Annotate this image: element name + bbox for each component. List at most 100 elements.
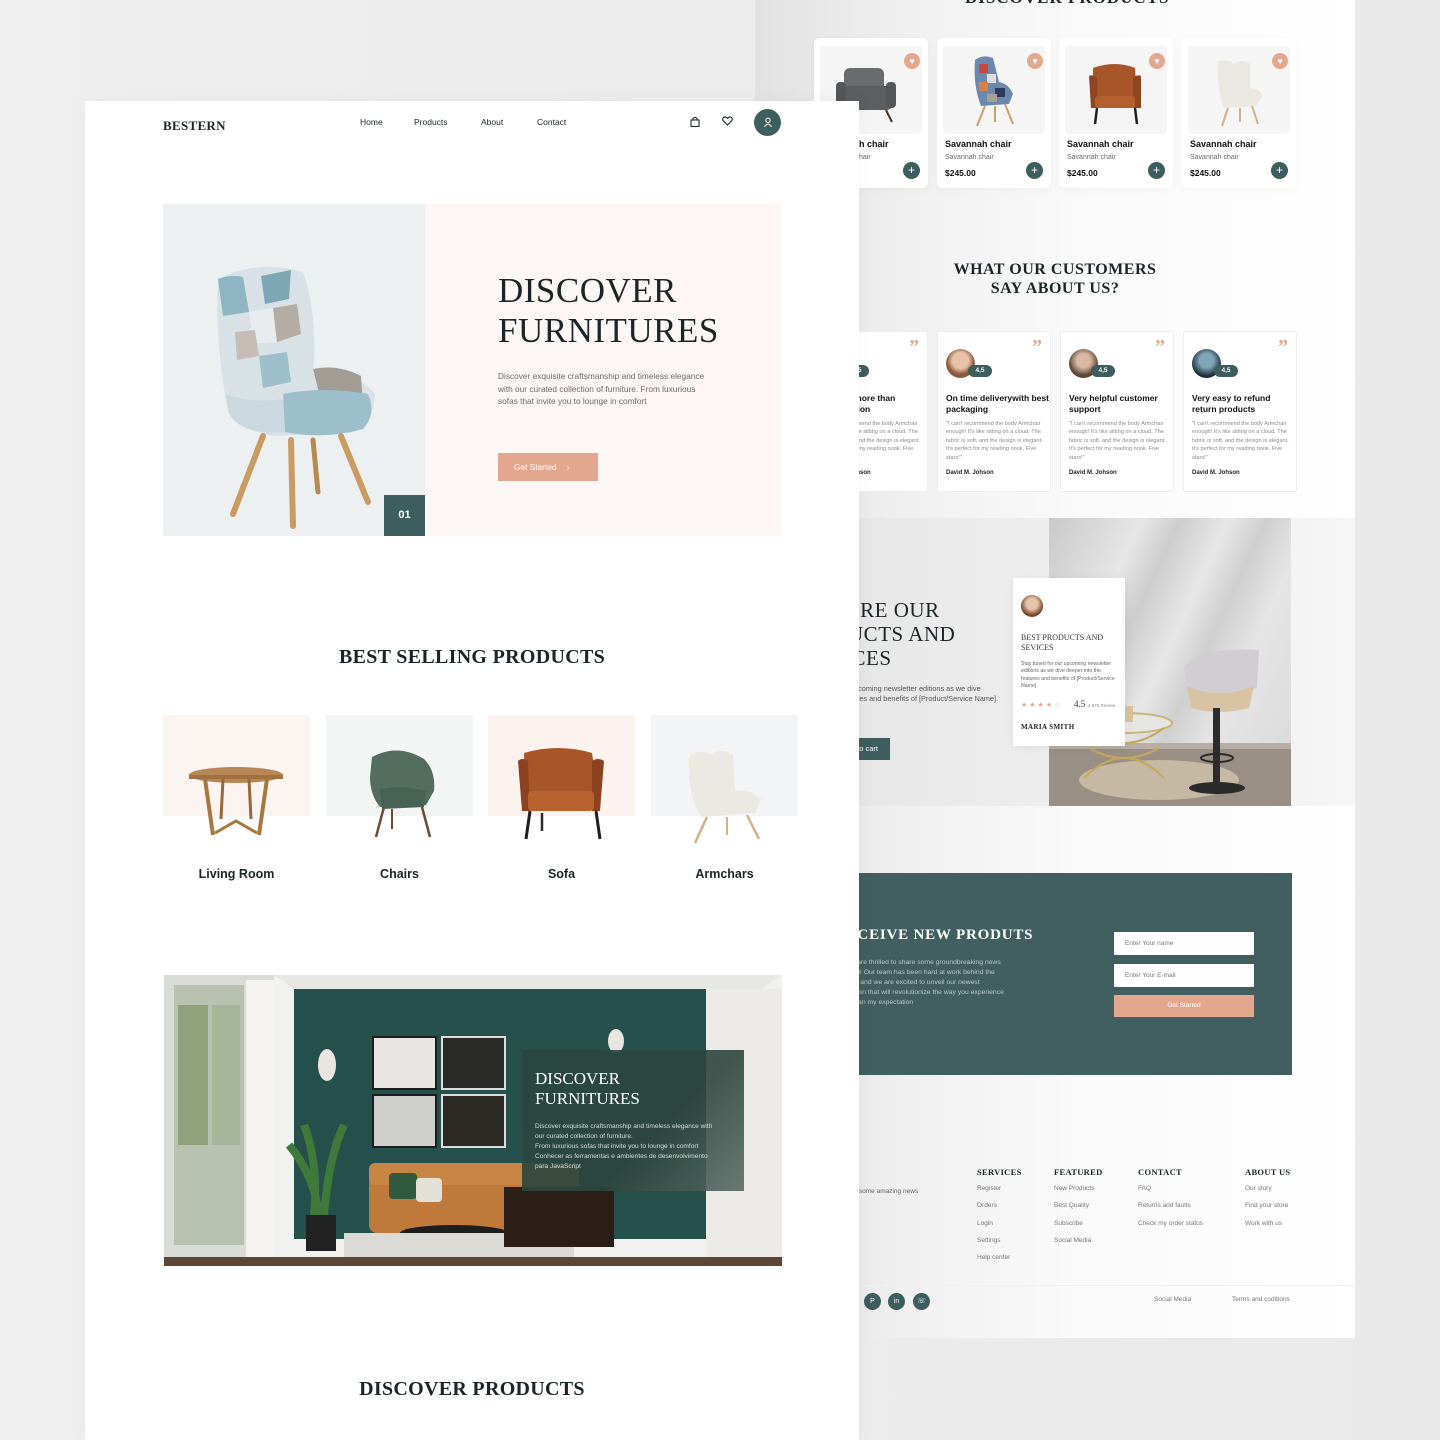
- footer-link[interactable]: Returns and faults: [1138, 1202, 1203, 1219]
- footer-link[interactable]: Subscribe: [1054, 1220, 1103, 1237]
- footer-link[interactable]: Check my order status: [1138, 1220, 1203, 1237]
- footer-link[interactable]: Register: [977, 1185, 1022, 1202]
- footer-link[interactable]: New Products: [1054, 1185, 1103, 1202]
- banner-line: para JavaScript: [535, 1163, 581, 1170]
- category-label: Sofa: [547, 867, 576, 881]
- reviewer-name: MARIA SMITH: [1021, 723, 1075, 731]
- hero-title-line1: DISCOVER: [498, 271, 678, 310]
- category-sofa[interactable]: Sofa: [488, 715, 635, 885]
- testimonial-body: "I can't recommend the body Armchair eno…: [946, 421, 1043, 461]
- banner-line: Conhecer as ferramentas e ambientes de d…: [535, 1153, 708, 1160]
- banner-description: Discover exquisite craftsmanship and tim…: [535, 1122, 738, 1172]
- user-icon: [763, 117, 772, 128]
- footer-link[interactable]: Settings: [977, 1237, 1022, 1254]
- rating-badge: 4,5: [968, 365, 992, 377]
- nav-products[interactable]: Products: [414, 117, 448, 127]
- footer-link[interactable]: Find your store: [1245, 1202, 1290, 1219]
- product-name: Savannah chair: [945, 139, 1012, 149]
- product-card[interactable]: ♥ Savannah chair Savannah chair $245.00 …: [1182, 38, 1296, 188]
- footer-heading: ABOUT US: [1245, 1167, 1291, 1177]
- testimonial-title: Very helpful customer support: [1069, 393, 1158, 414]
- category-living-room[interactable]: Living Room: [163, 715, 310, 885]
- rating-badge: 4,5: [1091, 365, 1115, 377]
- category-armchairs[interactable]: Armchars: [651, 715, 798, 885]
- reviewer-avatar: [1021, 595, 1043, 617]
- user-account-button[interactable]: [754, 109, 781, 136]
- banner-line: Discover exquisite craftsmanship and tim…: [535, 1123, 713, 1130]
- hero-title-line2: FURNITURES: [498, 311, 719, 350]
- quote-icon: ”: [1278, 336, 1288, 358]
- footer-col-services: SERVICES Register Orders Login Settings …: [977, 1167, 1022, 1271]
- email-input[interactable]: [1114, 964, 1254, 987]
- footer-link[interactable]: Our story: [1245, 1185, 1290, 1202]
- testimonial-card: ” 4,5 On time deliverywith best packagin…: [937, 331, 1051, 492]
- wishlist-heart-icon[interactable]: ♥: [904, 53, 920, 69]
- pinterest-icon[interactable]: P: [864, 1293, 881, 1310]
- hero-title: DISCOVER FURNITURES: [498, 271, 719, 351]
- review-body: Stay tuned for our upcoming newsletter e…: [1021, 661, 1115, 690]
- white-armchair-illustration: [688, 751, 761, 844]
- whatsapp-icon[interactable]: ☏: [913, 1293, 930, 1310]
- footer-link[interactable]: Help center: [977, 1254, 1022, 1271]
- testimonial-author: David M. Johson: [1069, 470, 1117, 476]
- review-card: BEST PRODUCTS AND SEVICES Stay tuned for…: [1013, 578, 1125, 746]
- leather-chair-illustration: [518, 748, 604, 840]
- testimonial-body: "I can't recommend the body Armchair eno…: [1192, 421, 1289, 461]
- patchwork-armchair-illustration: [217, 266, 375, 529]
- discover-products-heading-cut: DISCOVER PRODUCTS: [965, 0, 1170, 8]
- discover-products-heading: DISCOVER PRODUCTS: [359, 1378, 585, 1400]
- get-started-button[interactable]: Get Started ›: [498, 453, 598, 481]
- footer-link[interactable]: Best Quality: [1054, 1202, 1103, 1219]
- banner-title: DISCOVER FURNITURES: [535, 1069, 640, 1109]
- category-label: Armchars: [695, 867, 754, 881]
- name-input[interactable]: [1114, 932, 1254, 955]
- category-label: Chairs: [380, 867, 419, 881]
- footer-link[interactable]: Social Media: [1054, 1237, 1103, 1254]
- table-illustration: [189, 767, 283, 836]
- nav-about[interactable]: About: [481, 117, 503, 127]
- nav-home[interactable]: Home: [360, 117, 383, 127]
- hero-description: Discover exquisite craftsmanship and tim…: [498, 371, 705, 407]
- quote-icon: ”: [909, 336, 919, 358]
- get-started-label: Get Started: [514, 462, 557, 472]
- newsletter-heading: RECEIVE NEW PRODUTS: [835, 927, 1034, 943]
- product-price: $245.00: [1067, 168, 1098, 178]
- testimonials-heading-line2: SAY ABOUT US?: [990, 280, 1120, 297]
- left-artboard: BESTERN Home Products About Contact 01 D…: [85, 101, 859, 1440]
- footer-social-media-link[interactable]: Social Media: [1154, 1296, 1191, 1303]
- footer-link[interactable]: Work with us: [1245, 1220, 1290, 1237]
- rating-badge: 4,5: [1214, 365, 1238, 377]
- quote-icon: ”: [1155, 336, 1165, 358]
- testimonial-card: ” 4,5 Very easy to refund return product…: [1183, 331, 1297, 492]
- category-chairs[interactable]: Chairs: [326, 715, 473, 885]
- product-card[interactable]: ♥ Savannah chair Savannah chair $245.00 …: [937, 38, 1051, 188]
- newsletter-submit-button[interactable]: Get Started: [1114, 995, 1254, 1017]
- wishlist-heart-icon[interactable]: ♥: [1149, 53, 1165, 69]
- review-count: 4.675 Review: [1088, 703, 1116, 708]
- star-rating-icon: ★★★★☆: [1021, 702, 1063, 709]
- brand-logo[interactable]: BESTERN: [163, 118, 226, 134]
- footer-terms-link[interactable]: Terms and coditions: [1232, 1296, 1290, 1303]
- footer-col-contact: CONTACT FAQ Returns and faults Check my …: [1138, 1167, 1203, 1237]
- review-title: BEST PRODUCTS AND SEVICES: [1021, 633, 1104, 652]
- footer-link[interactable]: Orders: [977, 1202, 1022, 1219]
- wishlist-heart-icon[interactable]: ♥: [1272, 53, 1288, 69]
- wishlist-heart-icon[interactable]: ♥: [1027, 53, 1043, 69]
- chevron-right-icon: ›: [566, 462, 570, 472]
- best-selling-heading: BEST SELLING PRODUCTS: [338, 646, 606, 668]
- footer-link[interactable]: FAQ: [1138, 1185, 1203, 1202]
- heart-icon[interactable]: [722, 116, 733, 129]
- footer-link[interactable]: Login: [977, 1220, 1022, 1237]
- add-to-cart-plus-icon[interactable]: +: [1148, 162, 1165, 179]
- footer-col-about: ABOUT US Our story Find your store Work …: [1245, 1167, 1290, 1237]
- testimonial-title: Very easy to refund return products: [1192, 393, 1271, 414]
- nav-contact[interactable]: Contact: [537, 117, 566, 127]
- bag-icon[interactable]: [690, 116, 700, 130]
- footer-heading: SERVICES: [977, 1167, 1022, 1177]
- add-to-cart-plus-icon[interactable]: +: [1026, 162, 1043, 179]
- product-subtitle: Savannah chair: [945, 154, 994, 161]
- add-to-cart-plus-icon[interactable]: +: [903, 162, 920, 179]
- product-card[interactable]: ♥ Savannah chair Savannah chair $245.00 …: [1059, 38, 1173, 188]
- add-to-cart-plus-icon[interactable]: +: [1271, 162, 1288, 179]
- linkedin-icon[interactable]: in: [888, 1293, 905, 1310]
